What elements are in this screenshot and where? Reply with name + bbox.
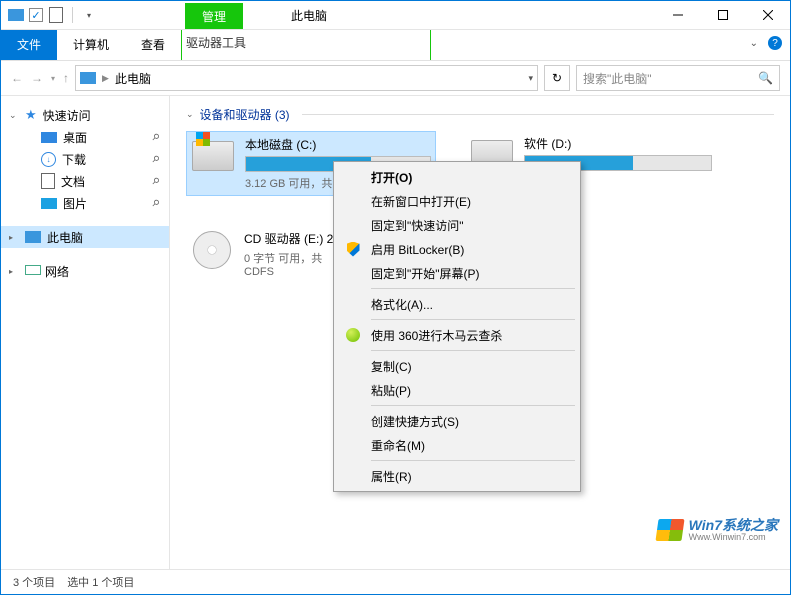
pin-icon: ⚲ (149, 175, 161, 187)
ctx-360-scan[interactable]: 使用 360进行木马云查杀 (337, 323, 577, 347)
desktop-icon (41, 132, 57, 143)
context-menu: 打开(O) 在新窗口中打开(E) 固定到"快速访问" 启用 BitLocker(… (333, 161, 581, 492)
document-icon (41, 173, 55, 189)
drive-name: 软件 (D:) (524, 135, 712, 152)
sidebar-item-this-pc[interactable]: ▸ 此电脑 (1, 226, 169, 248)
properties-icon[interactable] (47, 6, 65, 24)
chevron-right-icon[interactable]: ▸ (9, 267, 13, 276)
sidebar-item-pictures[interactable]: 图片 ⚲ (1, 192, 169, 214)
tab-drive-tools[interactable]: 驱动器工具 (181, 30, 431, 60)
address-bar[interactable]: ▶ 此电脑 ▾ (75, 65, 538, 91)
chevron-down-icon[interactable]: ⌄ (186, 109, 194, 120)
ctx-open[interactable]: 打开(O) (337, 165, 577, 189)
sidebar-label: 文档 (61, 173, 85, 190)
ctx-pin-quick-access[interactable]: 固定到"快速访问" (337, 213, 577, 237)
nav-up-icon[interactable]: ↑ (63, 71, 69, 85)
hdd-windows-icon (192, 141, 234, 171)
qat-dropdown-icon[interactable]: ▾ (80, 6, 98, 24)
sidebar-item-documents[interactable]: 文档 ⚲ (1, 170, 169, 192)
address-dropdown-icon[interactable]: ▾ (528, 73, 533, 84)
ctx-rename[interactable]: 重命名(M) (337, 433, 577, 457)
sidebar-item-quick-access[interactable]: ⌄ ★ 快速访问 (1, 104, 169, 126)
search-input[interactable]: 搜索"此电脑" 🔍 (576, 65, 780, 91)
network-icon (25, 265, 39, 277)
sidebar-label: 桌面 (63, 129, 87, 146)
chevron-right-icon[interactable]: ▸ (9, 233, 13, 242)
star-icon: ★ (25, 107, 37, 123)
shield-icon (345, 241, 361, 257)
ribbon: 文件 计算机 查看 驱动器工具 ⌄ ? (1, 30, 790, 61)
chevron-right-icon[interactable]: ▶ (102, 73, 109, 84)
nav-recent-icon[interactable]: ▾ (51, 74, 55, 83)
refresh-button[interactable]: ↻ (544, 65, 570, 91)
address-location[interactable]: 此电脑 (115, 70, 151, 87)
sidebar-label: 网络 (45, 263, 69, 280)
ribbon-expand-icon[interactable]: ⌄ (750, 38, 758, 49)
quick-access-toolbar: ✓ ▾ (1, 6, 98, 24)
ribbon-contextual-manage[interactable]: 管理 (185, 3, 243, 29)
tab-computer[interactable]: 计算机 (57, 30, 125, 60)
tab-view[interactable]: 查看 (125, 30, 181, 60)
watermark: Win7系统之家 Www.Winwin7.com (657, 518, 778, 543)
pin-icon: ⚲ (149, 153, 161, 165)
address-row: ← → ▾ ↑ ▶ 此电脑 ▾ ↻ 搜索"此电脑" 🔍 (1, 61, 790, 96)
windows-flag-icon (655, 519, 684, 541)
nav-back-icon[interactable]: ← (11, 71, 23, 85)
status-selected-count: 选中 1 个项目 (67, 574, 134, 590)
cd-icon (193, 231, 231, 269)
maximize-button[interactable] (700, 1, 745, 29)
nav-forward-icon[interactable]: → (31, 71, 43, 85)
sidebar-label: 快速访问 (43, 107, 91, 124)
group-title: 设备和驱动器 (3) (200, 106, 290, 123)
sidebar-item-network[interactable]: ▸ 网络 (1, 260, 169, 282)
watermark-line1: Win7系统之家 (689, 517, 778, 533)
pc-icon (80, 72, 96, 84)
watermark-line2: Www.Winwin7.com (689, 533, 778, 543)
group-header[interactable]: ⌄ 设备和驱动器 (3) (186, 106, 774, 123)
ctx-create-shortcut[interactable]: 创建快捷方式(S) (337, 409, 577, 433)
search-placeholder: 搜索"此电脑" (583, 70, 652, 87)
ctx-format[interactable]: 格式化(A)... (337, 292, 577, 316)
tab-file[interactable]: 文件 (1, 30, 57, 60)
chevron-down-icon[interactable]: ⌄ (9, 110, 17, 121)
status-item-count: 3 个项目 (13, 574, 55, 590)
sidebar-label: 图片 (63, 195, 87, 212)
ctx-pin-start[interactable]: 固定到"开始"屏幕(P) (337, 261, 577, 285)
ctx-bitlocker[interactable]: 启用 BitLocker(B) (337, 237, 577, 261)
sidebar-item-desktop[interactable]: 桌面 ⚲ (1, 126, 169, 148)
sidebar-label: 下载 (62, 151, 86, 168)
ctx-properties[interactable]: 属性(R) (337, 464, 577, 488)
sidebar-label: 此电脑 (47, 229, 83, 246)
status-bar: 3 个项目 选中 1 个项目 (1, 569, 790, 594)
help-icon[interactable]: ? (768, 36, 782, 50)
pictures-icon (41, 198, 57, 209)
download-icon: ↓ (41, 152, 56, 167)
ctx-open-new-window[interactable]: 在新窗口中打开(E) (337, 189, 577, 213)
search-icon[interactable]: 🔍 (758, 71, 773, 85)
title-bar: ✓ ▾ 管理 此电脑 (1, 1, 790, 30)
drive-name: 本地磁盘 (C:) (245, 136, 431, 153)
pin-icon: ⚲ (149, 197, 161, 209)
minimize-button[interactable] (655, 1, 700, 29)
pin-icon: ⚲ (149, 131, 161, 143)
ctx-paste[interactable]: 粘贴(P) (337, 378, 577, 402)
close-button[interactable] (745, 1, 790, 29)
ctx-copy[interactable]: 复制(C) (337, 354, 577, 378)
app-icon (7, 6, 25, 24)
360-icon (345, 327, 361, 343)
window-title: 此电脑 (291, 7, 327, 24)
sidebar: ⌄ ★ 快速访问 桌面 ⚲ ↓ 下载 ⚲ 文档 ⚲ 图片 (1, 96, 170, 573)
sidebar-item-downloads[interactable]: ↓ 下载 ⚲ (1, 148, 169, 170)
qat-checkbox[interactable]: ✓ (29, 8, 43, 22)
pc-icon (25, 231, 41, 243)
